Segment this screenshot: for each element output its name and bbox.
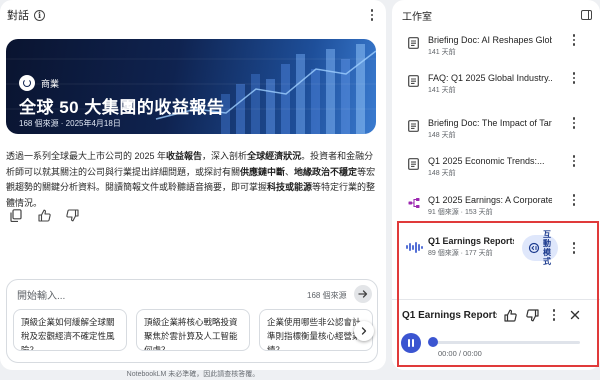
summary-highlight: 地緣政治不穩定 [294, 166, 358, 177]
thumbs-down-icon[interactable] [64, 207, 80, 223]
business-icon [19, 75, 35, 91]
notebook-meta: 168 個來源 · 2025年4月18日 [19, 119, 121, 128]
audio-meta: 89 個來源 · 177 天前 [428, 250, 493, 257]
collapse-panel-icon[interactable] [581, 10, 592, 20]
studio-title: 工作室 [402, 11, 432, 23]
suggestion-chip-2[interactable]: 頂級企業將核心戰略投資聚焦於雲計算及人工智能何處？ [136, 309, 250, 351]
studio-header: 工作室 [392, 0, 600, 30]
playback-time: 00:00 / 00:00 [438, 349, 482, 358]
summary-highlight: 收益報告 [166, 151, 203, 161]
studio-note[interactable]: Briefing Doc: The Impact of Tariffs 148 … [392, 110, 600, 148]
note-more-icon[interactable] [568, 33, 580, 47]
note-meta: 141 天前 [428, 87, 456, 94]
note-title: Q1 2025 Economic Trends:... [428, 156, 545, 166]
player-thumbs-up-icon[interactable] [503, 308, 517, 322]
note-title: Briefing Doc: AI Reshapes Global... [428, 35, 552, 45]
summary-text: ，深入剖析 [202, 151, 248, 161]
studio-note[interactable]: Q1 2025 Earnings: A Corporate... 91 個來源 … [392, 187, 600, 225]
note-more-icon[interactable] [568, 193, 580, 207]
summary-text: 、 [285, 166, 295, 177]
note-more-icon[interactable] [568, 116, 580, 130]
summary-highlight: 科技或能源 [267, 182, 313, 192]
note-meta: 91 個來源 · 153 天前 [428, 209, 493, 216]
audio-overview-item[interactable]: Q1 Earnings Reports fo... 89 個來源 · 177 天… [392, 227, 600, 269]
studio-note[interactable]: Briefing Doc: AI Reshapes Global... 141 … [392, 27, 600, 65]
pause-button[interactable] [401, 333, 421, 353]
chat-header: 對話 i [0, 0, 386, 30]
summary-highlight: 供應鏈中斷 [240, 166, 286, 177]
player-thumbs-down-icon[interactable] [525, 308, 539, 322]
note-meta: 148 天前 [428, 170, 456, 177]
interactive-icon [528, 242, 540, 254]
info-icon[interactable]: i [34, 9, 45, 21]
studio-panel: 工作室 Briefing Doc: AI Reshapes Global... … [392, 0, 600, 370]
audio-player: Q1 Earnings Reports ... 00:00 / 00:00 [392, 299, 600, 370]
suggestion-chip-1[interactable]: 頂級企業如何緩解全球關稅及宏觀經濟不確定性風險？ [13, 309, 127, 351]
audio-wave-icon [406, 241, 423, 253]
chat-input[interactable] [17, 288, 297, 304]
interactive-mode-label: 互動模式 [543, 230, 551, 266]
hero-category: 商業 [19, 75, 59, 91]
arrow-right-icon [358, 290, 368, 298]
suggestion-chips: 頂級企業如何緩解全球關稅及宏觀經濟不確定性風險？ 頂級企業將核心戰略投資聚焦於雲… [13, 309, 373, 351]
mindmap-icon [408, 198, 420, 208]
note-more-icon[interactable] [568, 71, 580, 85]
notebook-title: 全球 50 大集團的收益報告 [19, 98, 225, 117]
note-meta: 141 天前 [428, 49, 456, 56]
thumbs-up-icon[interactable] [36, 207, 52, 223]
chat-composer: 168 個來源 頂級企業如何緩解全球關稅及宏觀經濟不確定性風險？ 頂級企業將核心… [6, 279, 378, 363]
chat-more-icon[interactable] [366, 8, 378, 22]
disclaimer-footer: NotebookLM 未必準確，因此請查核答覆。 [126, 371, 260, 378]
interactive-mode-button[interactable]: 互動模式 [522, 230, 558, 266]
summary-actions [8, 207, 80, 223]
doc-icon [408, 75, 419, 87]
chat-title: 對話 [7, 10, 29, 22]
chevron-right-icon [361, 327, 367, 335]
progress-track[interactable] [430, 341, 580, 344]
summary-highlight: 全球經濟狀況 [247, 151, 302, 161]
note-more-icon[interactable] [568, 154, 580, 168]
save-note-icon[interactable] [8, 207, 24, 223]
send-button[interactable] [354, 285, 372, 303]
close-player-icon[interactable] [568, 308, 582, 322]
next-suggestions-button[interactable] [354, 321, 374, 341]
note-title: FAQ: Q1 2025 Global Industry... [428, 73, 552, 83]
doc-icon [408, 158, 419, 170]
note-title: Briefing Doc: The Impact of Tariffs [428, 118, 552, 128]
audio-title: Q1 Earnings Reports fo... [428, 236, 514, 246]
notebook-hero-banner: 商業 全球 50 大集團的收益報告 168 個來源 · 2025年4月18日 [6, 39, 376, 134]
doc-icon [408, 120, 419, 132]
notebook-summary: 透過一系列全球最大上市公司的 2025 年收益報告，深入剖析全球經濟狀況。投資者… [6, 149, 380, 211]
player-title: Q1 Earnings Reports ... [402, 310, 497, 321]
hero-category-label: 商業 [41, 78, 60, 89]
doc-icon [408, 37, 419, 49]
summary-text: 透過一系列全球最大上市公司的 2025 年 [6, 151, 167, 161]
audio-more-icon[interactable] [568, 241, 580, 255]
progress-thumb[interactable] [428, 337, 438, 347]
chat-panel: 對話 i 商業 全球 50 大集團的收益報告 168 個來源 · 2025年4月… [0, 0, 386, 370]
note-title: Q1 2025 Earnings: A Corporate... [428, 195, 552, 205]
player-more-icon[interactable] [547, 308, 561, 322]
studio-note[interactable]: FAQ: Q1 2025 Global Industry... 141 天前 [392, 65, 600, 103]
source-count: 168 個來源 [307, 291, 347, 300]
note-meta: 148 天前 [428, 132, 456, 139]
studio-note[interactable]: Q1 2025 Economic Trends:... 148 天前 [392, 148, 600, 186]
